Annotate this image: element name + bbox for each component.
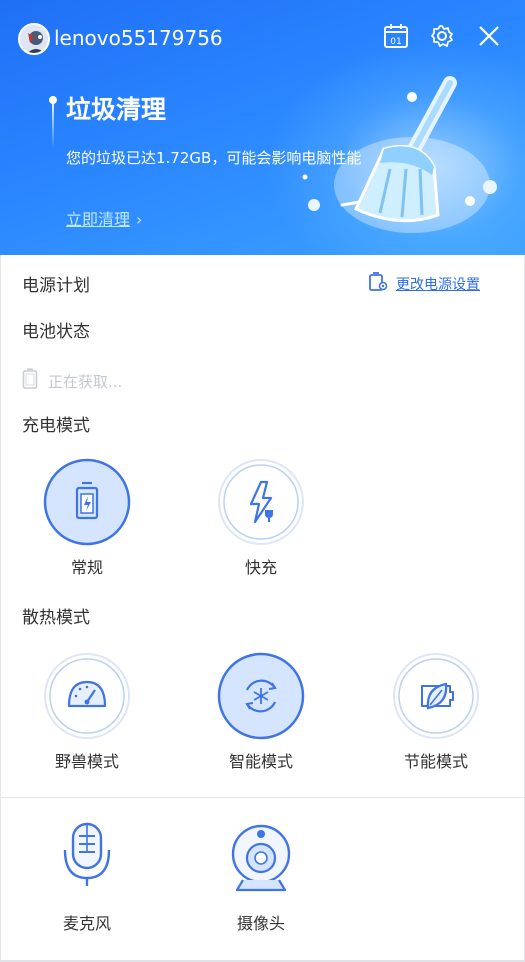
camera-icon — [231, 824, 291, 892]
camera-toggle[interactable]: 摄像头 — [211, 818, 311, 936]
gear-icon[interactable] — [428, 22, 456, 50]
battery-icon — [22, 368, 38, 394]
charge-mode-normal[interactable]: 常规 — [37, 458, 137, 580]
thermal-mode-label: 散热模式 — [22, 608, 90, 628]
speedometer-icon — [67, 680, 107, 708]
thermal-mode-beast[interactable]: 野兽模式 — [37, 652, 137, 774]
charge-mode-label: 充电模式 — [22, 416, 90, 436]
battery-status-label: 电池状态 — [22, 322, 90, 342]
battery-status-loading: 正在获取... — [22, 368, 122, 394]
power-plan-icon — [368, 272, 388, 296]
calendar-icon[interactable]: 01 — [382, 22, 410, 50]
clean-now-link[interactable]: 立即清理 › — [66, 208, 142, 232]
junk-clean-banner: lenovo55179756 01 垃圾清理 您的垃圾已达1.72GB，可能会影… — [0, 0, 525, 255]
change-power-settings-link[interactable]: 更改电源设置 — [368, 272, 480, 296]
broom-illustration — [300, 65, 510, 250]
power-plan-label: 电源计划 — [22, 276, 90, 296]
close-icon[interactable] — [475, 22, 503, 50]
section-divider — [0, 797, 525, 798]
page-title: 垃圾清理 — [66, 95, 167, 124]
charge-mode-fast[interactable]: 快充 — [211, 458, 311, 580]
svg-text:01: 01 — [390, 37, 401, 47]
thermal-mode-eco[interactable]: 节能模式 — [386, 652, 486, 774]
chevron-right-icon: › — [136, 210, 143, 229]
microphone-icon — [63, 822, 111, 886]
username: lenovo55179756 — [54, 26, 223, 50]
title-bar: lenovo55179756 01 — [0, 0, 525, 72]
thermal-mode-smart[interactable]: 智能模式 — [211, 652, 311, 774]
microphone-toggle[interactable]: 麦克风 — [37, 818, 137, 936]
user-avatar[interactable] — [18, 23, 50, 55]
